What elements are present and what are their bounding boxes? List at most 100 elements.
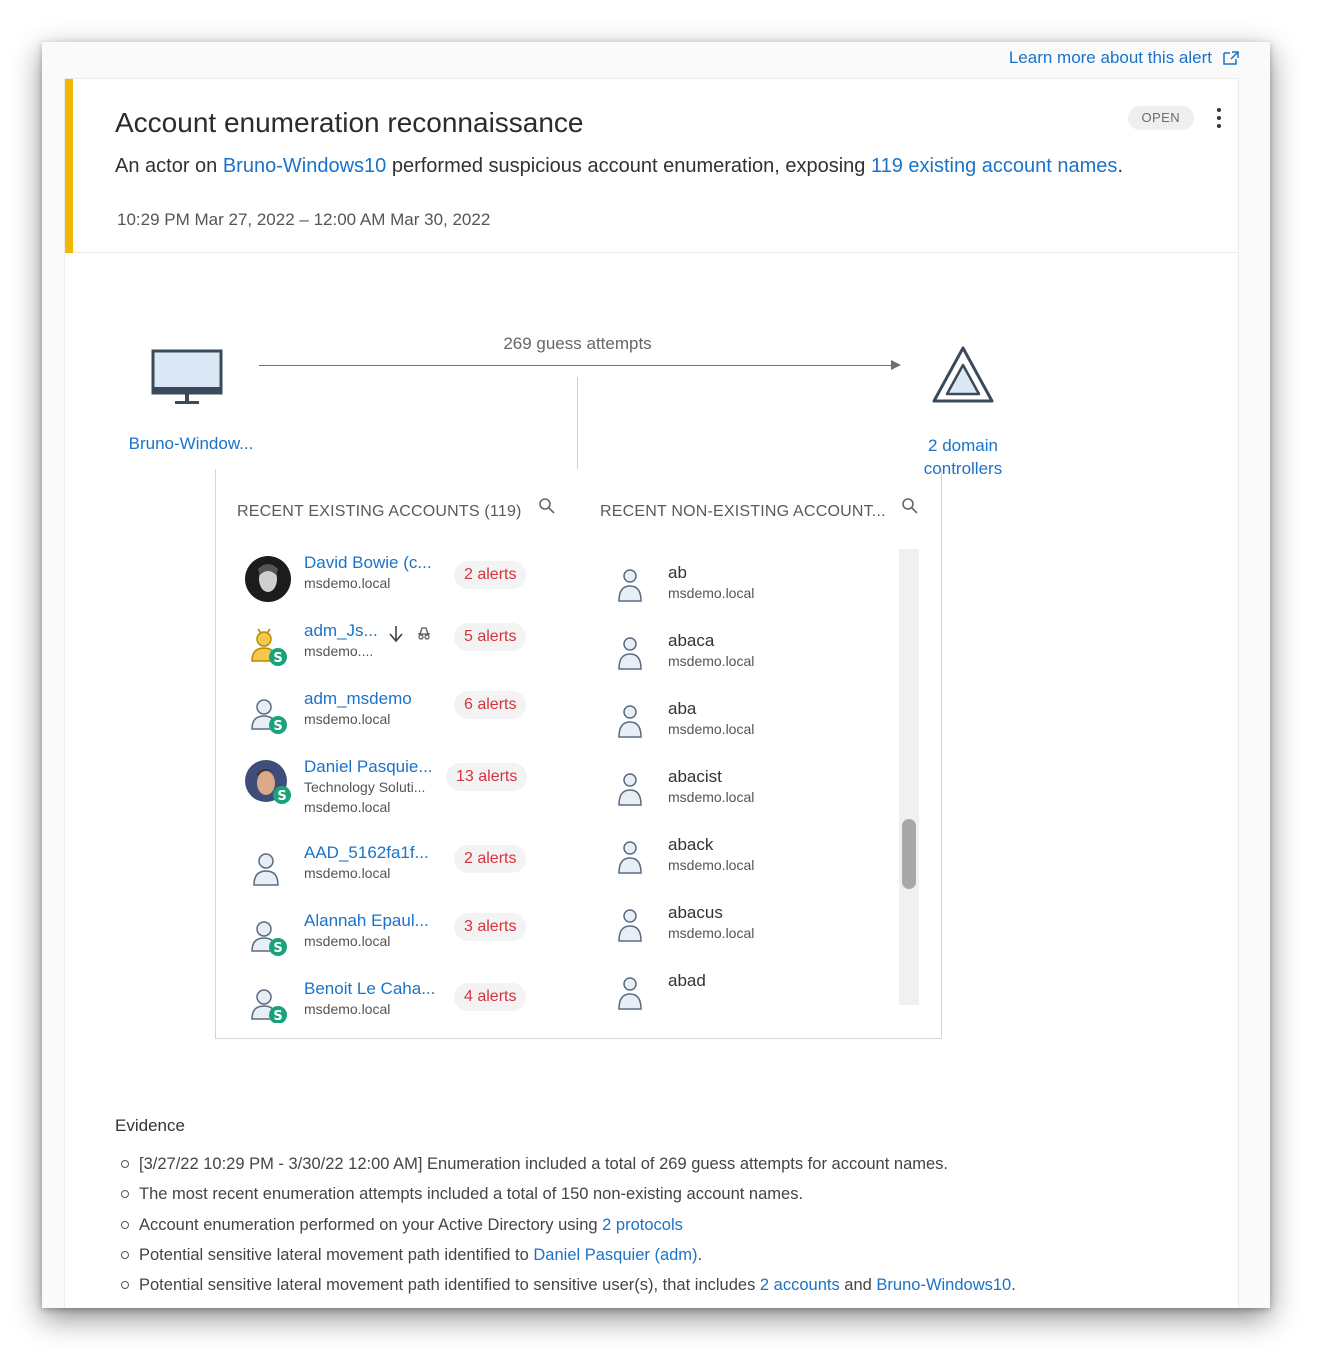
scrollbar[interactable] [899,549,919,1005]
list-item[interactable]: aba msdemo.local [616,699,886,759]
list-item[interactable]: S Alannah Epaul... msdemo.local 3 alerts [244,911,544,971]
user-sensitive-icon: S [251,699,287,734]
account-domain: msdemo.local [668,585,755,601]
list-item[interactable]: S Benoit Le Caha... msdemo.local 4 alert… [244,979,544,1023]
protocols-link[interactable]: 2 protocols [602,1216,683,1234]
svg-text:S: S [273,719,282,734]
spy-icon [418,627,430,640]
alerts-badge[interactable]: 6 alerts [454,691,527,719]
list-item[interactable]: abaca msdemo.local [616,631,886,691]
evidence-item: Potential sensitive lateral movement pat… [115,1244,1016,1274]
account-name: aback [668,835,714,854]
account-domain: msdemo.local [668,857,755,873]
nonexisting-accounts-list: ab msdemo.local abaca msdemo.local aba m… [616,549,886,1023]
existing-accounts-list: David Bowie (c... msdemo.local 2 alerts … [244,549,544,1023]
svg-text:S: S [273,941,282,956]
list-item[interactable]: S adm_Js... msdemo.... 5 alerts [244,621,544,681]
user-sensitive-icon: S [251,628,287,666]
list-item[interactable]: abacist msdemo.local [616,767,886,827]
accounts-panel: RECENT EXISTING ACCOUNTS (119) RECENT NO… [215,469,942,1039]
existing-accounts-header: RECENT EXISTING ACCOUNTS (119) [237,503,522,520]
svg-text:S: S [273,1009,282,1023]
accounts-link[interactable]: 2 accounts [760,1276,840,1294]
evidence-list: [3/27/22 10:29 PM - 3/30/22 12:00 AM] En… [115,1153,1016,1304]
connector-line [577,377,578,469]
avatar [245,556,291,602]
account-name-link[interactable]: Benoit Le Caha... [304,979,435,999]
account-department: Technology Soluti... [304,779,426,795]
evidence-item: Account enumeration performed on your Ac… [115,1214,1016,1244]
account-domain: msdemo.local [668,789,755,805]
user-icon [618,909,642,942]
learn-more-link[interactable]: Learn more about this alert [1009,48,1240,68]
evidence-item: [3/27/22 10:29 PM - 3/30/22 12:00 AM] En… [115,1153,1016,1183]
svg-text:S: S [273,651,282,666]
account-name-link[interactable]: adm_msdemo [304,689,412,709]
list-item[interactable]: ab msdemo.local [616,563,886,623]
alerts-badge[interactable]: 3 alerts [454,913,527,941]
list-item[interactable]: AAD_5162fa1f... msdemo.local 2 alerts [244,843,544,903]
search-icon[interactable] [538,497,556,515]
arrow-head [891,360,901,370]
user-icon [618,773,642,806]
account-name: abaca [668,631,715,650]
status-badge[interactable]: OPEN [1127,106,1194,130]
user-icon [253,853,279,886]
domain-controller-icon[interactable] [931,345,995,405]
alert-header: Account enumeration reconnaissance OPEN … [65,79,1238,253]
evidence-item: The most recent enumeration attempts inc… [115,1183,1016,1213]
alert-card: Account enumeration reconnaissance OPEN … [64,78,1239,1308]
account-name: abacus [668,903,723,922]
computer-icon[interactable] [151,349,223,409]
account-name-link[interactable]: adm_Js... [304,621,378,641]
alerts-badge[interactable]: 2 alerts [454,561,527,589]
user-icon [618,705,642,738]
more-options-icon[interactable] [1212,105,1226,133]
alert-time-range: 10:29 PM Mar 27, 2022 – 12:00 AM Mar 30,… [117,210,491,229]
account-name: abacist [668,767,722,786]
user-icon [618,569,642,602]
list-item[interactable]: aback msdemo.local [616,835,886,895]
account-name-link[interactable]: Daniel Pasquie... [304,757,433,777]
account-domain: msdemo.local [304,933,391,949]
account-domain: msdemo.... [304,643,374,659]
user-link[interactable]: Daniel Pasquier (adm) [533,1246,697,1264]
user-icon [618,841,642,874]
account-name-link[interactable]: Alannah Epaul... [304,911,429,931]
attempt-arrow [259,365,891,366]
alerts-badge[interactable]: 13 alerts [446,763,528,791]
host-link[interactable]: Bruno-Windows10 [223,155,386,177]
alerts-badge[interactable]: 5 alerts [454,623,527,651]
alert-description: An actor on Bruno-Windows10 performed su… [115,155,1123,177]
host-link[interactable]: Bruno-Windows10 [876,1276,1011,1294]
accounts-link[interactable]: 119 existing account names [871,155,1117,177]
svg-text:S: S [277,789,286,804]
avatar: S [245,760,291,804]
alerts-badge[interactable]: 2 alerts [454,845,527,873]
list-item[interactable]: abad [616,971,886,1023]
list-item[interactable]: David Bowie (c... msdemo.local 2 alerts [244,553,544,613]
account-domain: msdemo.local [304,1001,391,1017]
list-item[interactable]: abacus msdemo.local [616,903,886,963]
account-name: aba [668,699,697,718]
list-item[interactable]: S adm_msdemo msdemo.local 6 alerts [244,689,544,749]
search-icon[interactable] [901,497,919,515]
account-domain: msdemo.local [304,711,391,727]
guess-attempts-label: 269 guess attempts [503,334,652,353]
nonexisting-accounts-header: RECENT NON-EXISTING ACCOUNT... [600,503,886,520]
alert-page-frame: Learn more about this alert Account enum… [42,42,1270,1308]
list-item[interactable]: S Daniel Pasquie... Technology Soluti...… [244,757,544,827]
user-icon [618,637,642,670]
account-domain: msdemo.local [668,925,755,941]
account-name-link[interactable]: AAD_5162fa1f... [304,843,429,863]
account-domain: msdemo.local [668,653,755,669]
account-name: ab [668,563,687,582]
external-link-icon [1223,51,1239,65]
arrow-down-icon [389,626,403,643]
account-domain: msdemo.local [668,721,755,737]
alert-graph: Bruno-Window... 269 guess attempts 2 dom… [65,254,1238,1074]
scrollbar-thumb[interactable] [902,819,916,889]
alerts-badge[interactable]: 4 alerts [454,983,527,1011]
account-name-link[interactable]: David Bowie (c... [304,553,432,573]
source-host-link[interactable]: Bruno-Window... [121,434,261,454]
